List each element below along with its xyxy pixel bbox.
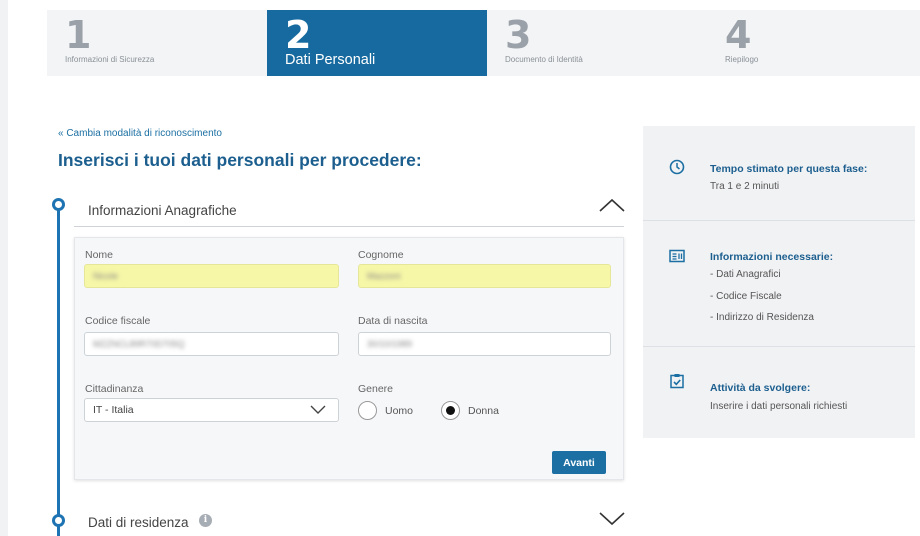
radio-donna-label[interactable]: Donna	[468, 405, 499, 417]
chevron-down-icon[interactable]	[598, 510, 626, 526]
step-number: 4	[725, 13, 752, 57]
left-edge-bar	[0, 0, 8, 536]
side-info-panel: Tempo stimato per questa fase: Tra 1 e 2…	[643, 126, 915, 438]
page-title: Inserisci i tuoi dati personali per proc…	[58, 150, 422, 170]
informazioni-item: - Indirizzo di Residenza	[710, 312, 814, 323]
info-icon[interactable]: i	[199, 514, 212, 527]
change-recognition-link[interactable]: « Cambia modalità di riconoscimento	[58, 128, 222, 139]
data-nascita-value: 30/10/1989	[367, 339, 413, 349]
step-2[interactable]: 2 Dati Personali	[267, 10, 487, 76]
cognome-label: Cognome	[358, 249, 404, 261]
codice-fiscale-value: MZZNCL89R70D705Q	[93, 339, 185, 349]
radio-uomo[interactable]	[358, 401, 377, 420]
cittadinanza-label: Cittadinanza	[85, 383, 144, 395]
timeline-dot	[52, 514, 65, 527]
codice-fiscale-label: Codice fiscale	[85, 315, 151, 327]
step-number: 2	[285, 13, 312, 57]
cognome-input[interactable]: Mazzoni	[358, 264, 611, 288]
cittadinanza-select[interactable]: IT - Italia	[84, 398, 339, 422]
genere-label: Genere	[358, 383, 394, 395]
id-card-icon	[669, 249, 685, 263]
cittadinanza-value: IT - Italia	[93, 404, 134, 416]
radio-uomo-label[interactable]: Uomo	[385, 405, 413, 417]
data-nascita-label: Data di nascita	[358, 315, 428, 327]
panel-divider	[643, 220, 915, 221]
timeline-dot	[52, 198, 65, 211]
attivita-text: Inserire i dati personali richiesti	[710, 401, 848, 412]
step-3[interactable]: 3 Documento di Identità	[487, 10, 707, 76]
chevron-down-icon[interactable]	[310, 405, 326, 415]
tempo-text: Tra 1 e 2 minuti	[710, 181, 780, 192]
step-label: Dati Personali	[285, 52, 376, 68]
informazioni-item: - Codice Fiscale	[710, 291, 782, 302]
nome-value: Nicole	[93, 271, 119, 281]
step-4[interactable]: 4 Riepilogo	[707, 10, 920, 76]
step-label: Informazioni di Sicurezza	[65, 55, 155, 64]
clock-icon	[669, 159, 685, 175]
panel-divider	[643, 346, 915, 347]
radio-donna[interactable]	[441, 401, 460, 420]
nome-input[interactable]: Nicole	[84, 264, 339, 288]
section-divider	[74, 226, 624, 227]
step-number: 1	[65, 13, 92, 57]
clipboard-check-icon	[670, 374, 684, 389]
informazioni-item: - Dati Anagrafici	[710, 269, 781, 280]
step-number: 3	[505, 13, 532, 57]
informazioni-title: Informazioni necessarie:	[710, 251, 834, 263]
progress-stepper: 1 Informazioni di Sicurezza 2 Dati Perso…	[47, 10, 920, 76]
timeline-line	[57, 205, 60, 536]
attivita-title: Attività da svolgere:	[710, 382, 811, 394]
nome-label: Nome	[85, 249, 114, 261]
section-title-residenza[interactable]: Dati di residenza	[88, 515, 189, 530]
data-nascita-input[interactable]: 30/10/1989	[358, 332, 611, 356]
chevron-up-icon[interactable]	[598, 197, 626, 213]
tempo-title: Tempo stimato per questa fase:	[710, 163, 868, 175]
avanti-button[interactable]: Avanti	[552, 451, 606, 474]
step-label: Documento di Identità	[505, 55, 583, 64]
section-title-anagrafiche[interactable]: Informazioni Anagrafiche	[88, 203, 237, 218]
step-label: Riepilogo	[725, 55, 759, 64]
codice-fiscale-input[interactable]: MZZNCL89R70D705Q	[84, 332, 339, 356]
cognome-value: Mazzoni	[367, 271, 401, 281]
step-1[interactable]: 1 Informazioni di Sicurezza	[47, 10, 267, 76]
